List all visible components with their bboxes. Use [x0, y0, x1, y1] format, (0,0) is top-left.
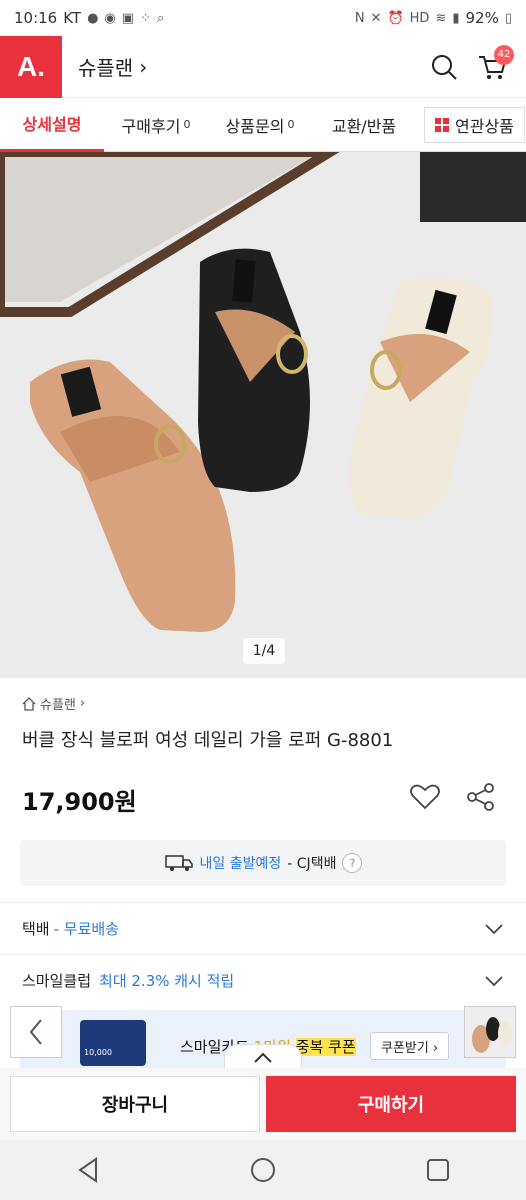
add-to-cart-button[interactable]: 장바구니 [10, 1076, 260, 1132]
delivery-label: 택배 [22, 920, 50, 938]
camera-icon: ▣ [121, 10, 135, 26]
tab-reviews[interactable]: 구매후기 0 [104, 98, 208, 152]
chevron-down-icon [485, 923, 503, 934]
shipping-schedule: 내일 출발예정 [199, 856, 282, 872]
product-image[interactable] [0, 152, 526, 678]
share-icon [467, 783, 494, 811]
mute-icon: ✕ [370, 10, 382, 26]
shoes-photo [0, 152, 526, 678]
nav-recents-button[interactable] [408, 1140, 468, 1200]
hd-icon: HD [409, 10, 430, 26]
banner-text-suffix: 중복 쿠폰 [295, 1038, 356, 1056]
shipping-info: 내일 출발예정 - CJ택배 ? [20, 840, 506, 886]
truck-icon [164, 855, 193, 871]
coupon-button[interactable]: 쿠폰받기 › [370, 1032, 450, 1060]
cart-count-badge: 42 [494, 44, 514, 65]
card-amount: 10,000 [84, 1048, 112, 1057]
share-button[interactable] [464, 780, 498, 814]
search-icon: ⌕ [156, 10, 165, 26]
smileclub-value: 최대 2.3% 캐시 적립 [99, 972, 235, 990]
detail-tabs: 상세설명 구매후기 0 상품문의 0 교환/반품 연관상품 [0, 98, 526, 152]
wifi-icon: ≋ [435, 10, 447, 26]
lock-app-icon: ◉ [104, 10, 116, 26]
chevron-right-icon: › [79, 696, 86, 711]
chevron-up-icon [254, 1052, 272, 1063]
chevron-right-icon: › [139, 54, 148, 79]
home-icon [22, 696, 36, 711]
store-title-link[interactable]: 슈플랜 › [78, 52, 147, 81]
product-name: 버클 장식 블로퍼 여성 데일리 가을 로퍼 G-8801 [22, 730, 394, 751]
tab-label: 상품문의 [225, 116, 285, 136]
tab-exchange[interactable]: 교환/반품 [312, 98, 416, 152]
delivery-row[interactable]: 택배 - 무료배송 [0, 902, 526, 954]
home-circle-icon [250, 1158, 275, 1182]
recent-item-thumbnail[interactable] [464, 1006, 516, 1058]
tab-qna[interactable]: 상품문의 0 [208, 98, 312, 152]
buy-now-button[interactable]: 구매하기 [266, 1076, 516, 1132]
recents-square-icon [427, 1159, 450, 1181]
nav-back-button[interactable] [58, 1140, 118, 1200]
tab-label: 상세설명 [22, 115, 82, 134]
alarm-icon: ⏰ [387, 10, 404, 26]
product-price: 17,900원 [22, 788, 137, 816]
chevron-down-icon [485, 975, 503, 986]
chat-icon: ● [87, 10, 99, 26]
nfc-icon: N [354, 10, 365, 26]
grid-icon [435, 117, 449, 132]
tab-count: 0 [287, 118, 295, 131]
store-title: 슈플랜 [78, 56, 134, 80]
store-breadcrumb[interactable]: 슈플랜 › [22, 694, 85, 713]
tab-label: 구매후기 [121, 116, 181, 136]
smileclub-label: 스마일클럽 [22, 972, 92, 990]
battery-icon: ▯ [504, 10, 512, 26]
tab-label: 연관상품 [455, 116, 514, 136]
search-button[interactable] [420, 43, 468, 91]
battery-percent: 92% [465, 9, 499, 27]
image-pager: 1/4 [243, 638, 285, 664]
chevron-left-icon [29, 1019, 42, 1045]
app-logo[interactable]: A. [0, 35, 62, 98]
shipping-carrier: - CJ택배 [287, 856, 337, 872]
status-bar: 10:16 KT ● ◉ ▣ ⁘ ⌕ N ✕ ⏰ HD ≋ ▮ 92% ▯ [0, 0, 526, 36]
back-triangle-icon [77, 1157, 97, 1183]
clock: 10:16 [14, 9, 58, 27]
wishlist-button[interactable] [408, 780, 442, 814]
tab-detail[interactable]: 상세설명 [0, 98, 104, 152]
cart-button[interactable]: 42 [468, 43, 516, 91]
tab-related[interactable]: 연관상품 [424, 106, 525, 143]
heart-icon [410, 784, 440, 810]
carrier: KT [63, 9, 82, 27]
shoe-thumbnail-image [465, 1007, 515, 1057]
breadcrumb-store: 슈플랜 [40, 698, 76, 713]
delivery-value: - 무료배송 [53, 920, 119, 938]
signal-icon: ▮ [452, 10, 460, 26]
nav-home-button[interactable] [233, 1140, 293, 1200]
smile-card-image: 10,000 [80, 1020, 146, 1066]
smileclub-row[interactable]: 스마일클럽 최대 2.3% 캐시 적립 [0, 954, 526, 1006]
tab-label: 교환/반품 [331, 116, 397, 136]
back-button[interactable] [10, 1006, 62, 1058]
search-icon [432, 54, 457, 80]
system-nav-bar [0, 1140, 526, 1200]
help-icon[interactable]: ? [342, 853, 363, 873]
dots-icon: ⁘ [140, 10, 151, 26]
app-header: A. 슈플랜 › 42 [0, 35, 526, 98]
collapse-button[interactable] [224, 1044, 302, 1070]
tab-count: 0 [183, 118, 191, 131]
